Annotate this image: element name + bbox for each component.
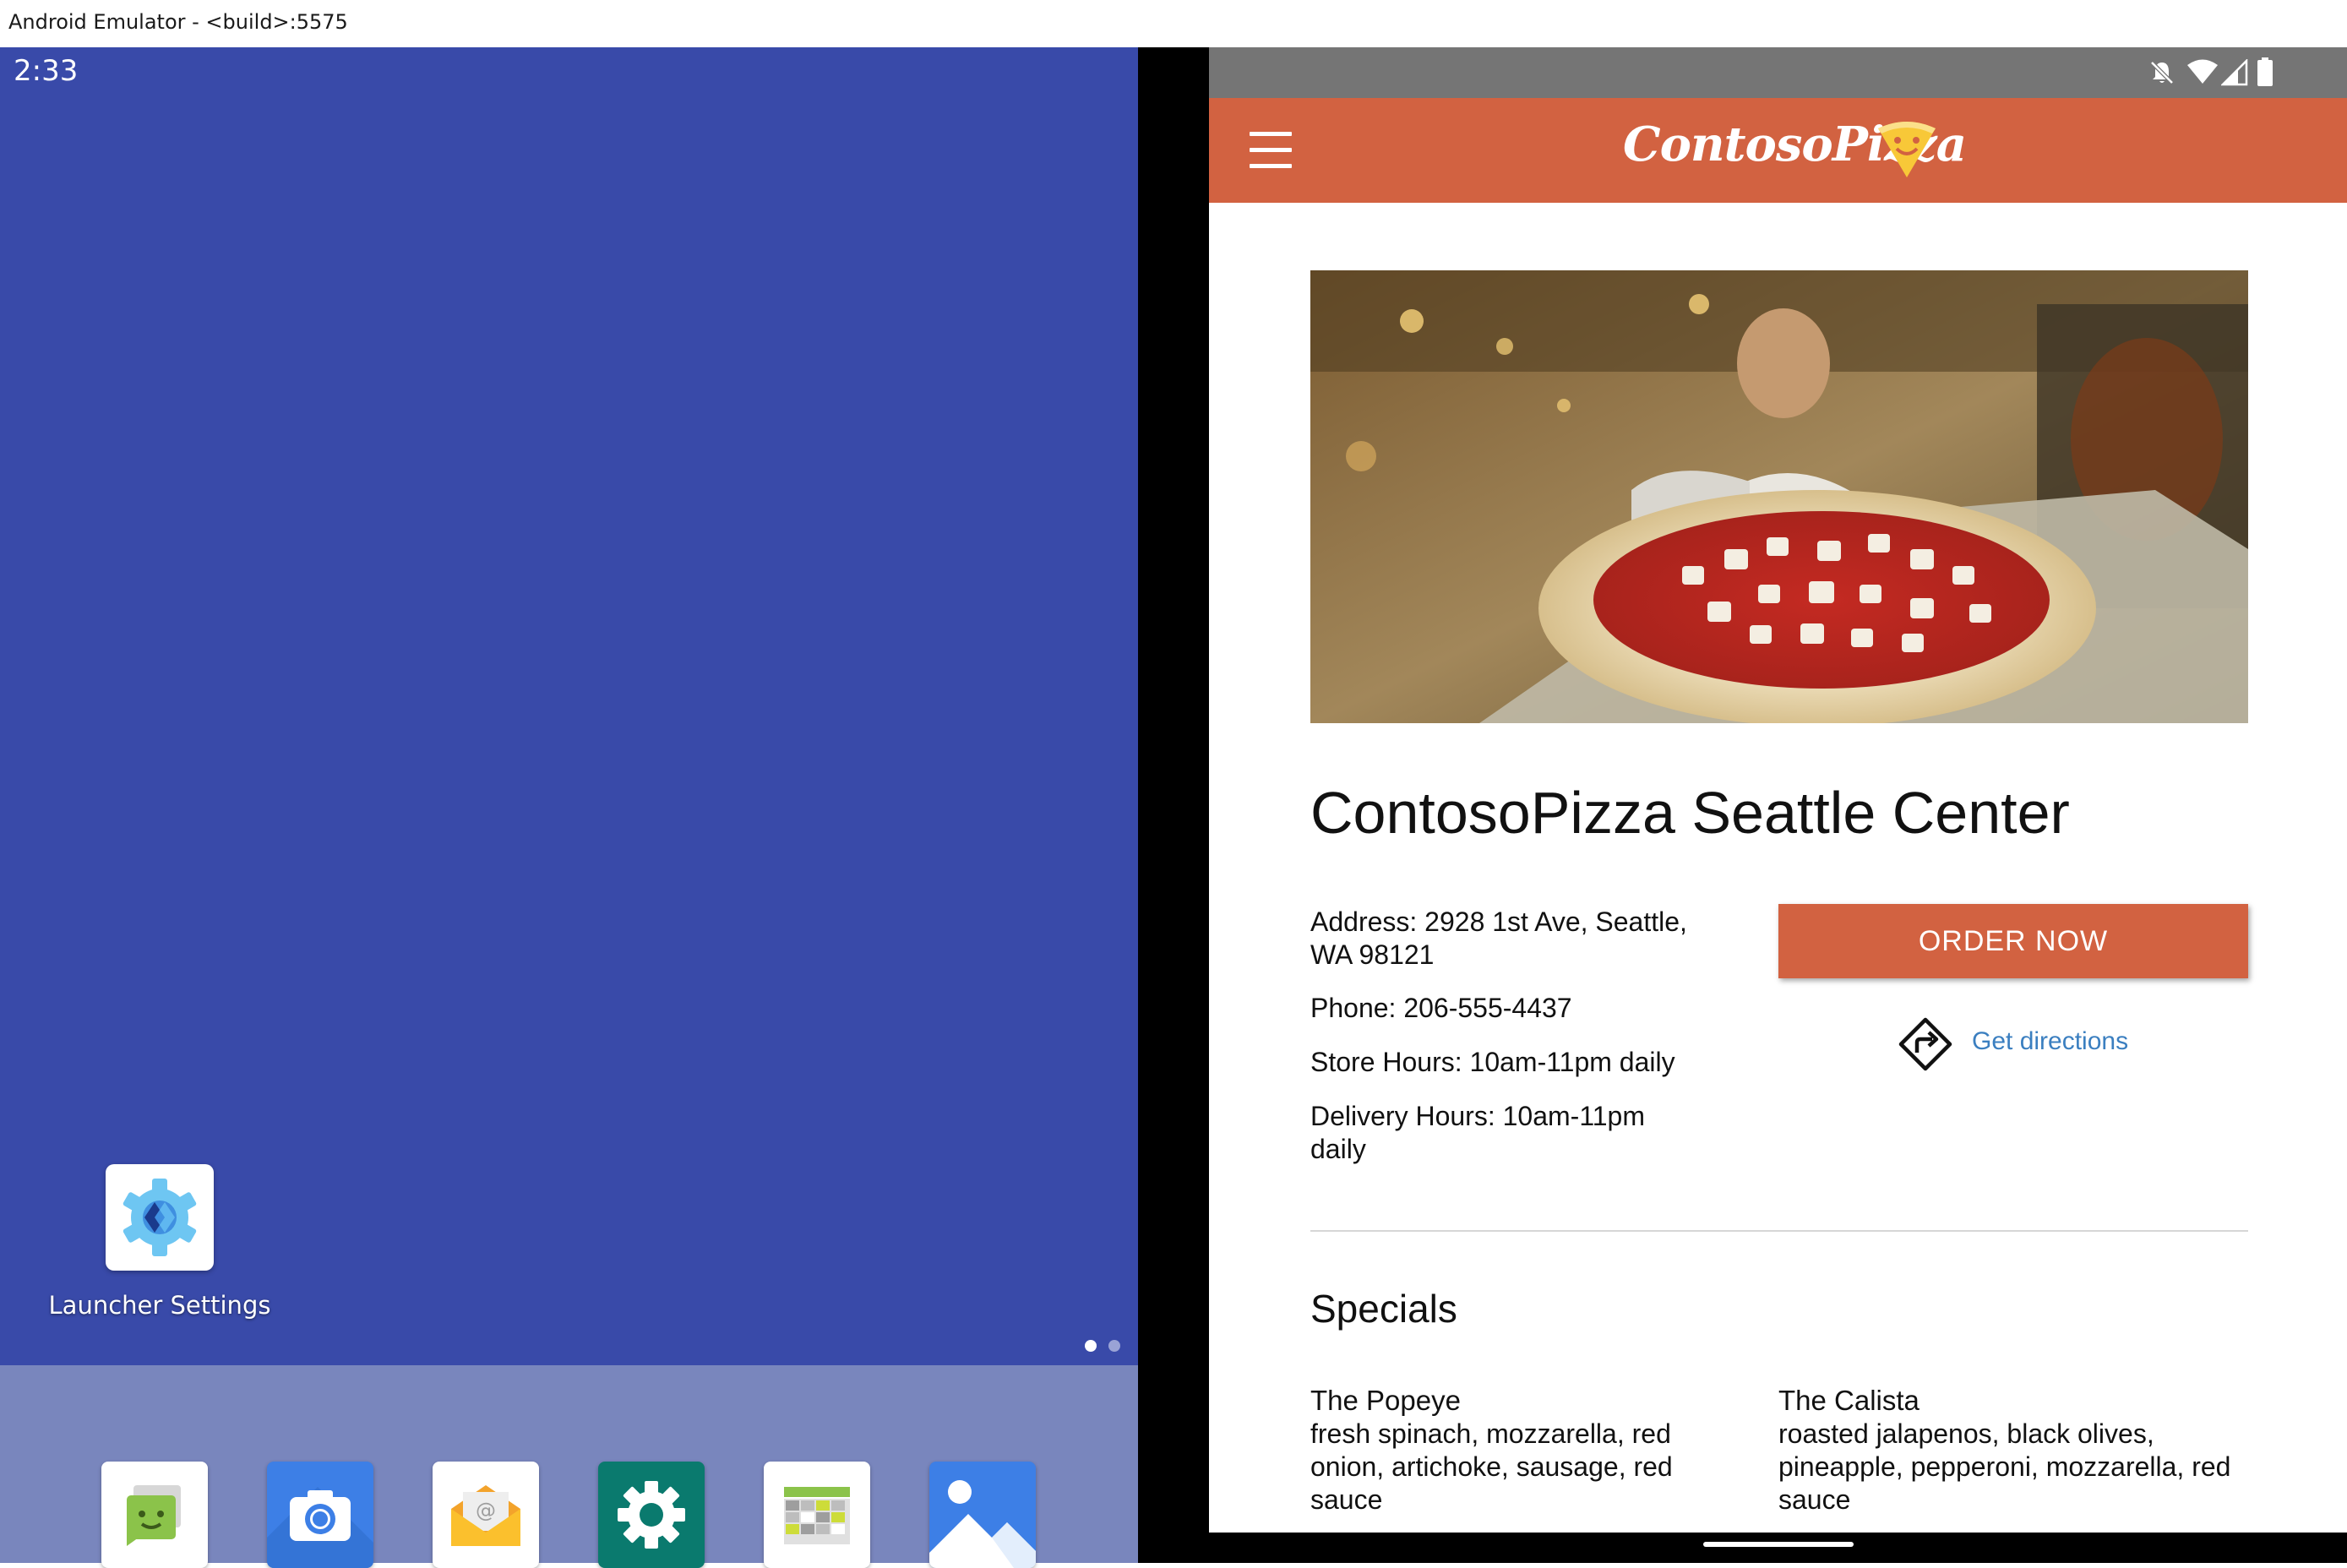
store-title: ContosoPizza Seattle Center: [1310, 780, 2070, 846]
home-gesture-handle[interactable]: [1703, 1542, 1854, 1547]
window-title: Android Emulator - <build>:5575: [8, 10, 348, 34]
pizza-chef-photo: [1310, 270, 2248, 723]
signal-icon: [2221, 59, 2248, 86]
svg-text:@: @: [476, 1499, 496, 1522]
page-indicator: [1085, 1340, 1132, 1356]
store-address: Address: 2928 1st Ave, Seattle, WA 98121: [1310, 906, 1687, 970]
hamburger-menu-button[interactable]: [1250, 132, 1293, 169]
gallery-icon: [929, 1480, 1036, 1568]
special-name: The Calista: [1778, 1385, 1920, 1416]
launcher-settings-app-icon[interactable]: [106, 1164, 214, 1271]
email-icon: @: [451, 1485, 520, 1546]
left-screen-home: 2:33 Launcher Settings @: [0, 47, 1138, 1568]
section-divider: [1310, 1230, 2248, 1232]
dock-app-settings[interactable]: [598, 1462, 705, 1568]
dock-app-calendar[interactable]: [764, 1462, 870, 1568]
specials-heading: Specials: [1310, 1287, 1457, 1331]
menu-icon-bar: [1250, 132, 1292, 136]
order-now-button[interactable]: ORDER NOW: [1778, 904, 2248, 978]
messages-icon: [127, 1485, 181, 1546]
app-dock: @: [0, 1365, 1138, 1568]
get-directions-link[interactable]: Get directions: [1972, 1027, 2128, 1056]
special-item[interactable]: The Popeye fresh spinach, mozzarella, re…: [1310, 1384, 1707, 1516]
battery-icon: [2257, 57, 2273, 86]
gesture-nav-bar: [1209, 1533, 2347, 1563]
launcher-settings-label[interactable]: Launcher Settings: [17, 1291, 302, 1320]
dock-app-messages[interactable]: [101, 1462, 208, 1568]
store-phone: Phone: 206-555-4437: [1310, 993, 1572, 1023]
dock-app-email[interactable]: @: [433, 1462, 539, 1568]
special-name: The Popeye: [1310, 1385, 1461, 1416]
device-hinge: [1138, 47, 1209, 1563]
app-header: ContosoPizza: [1209, 98, 2347, 203]
menu-icon-bar: [1250, 148, 1292, 152]
page-dot: [1108, 1340, 1120, 1352]
settings-icon: [618, 1481, 685, 1549]
special-description: fresh spinach, mozzarella, red onion, ar…: [1310, 1418, 1673, 1515]
menu-icon-bar: [1250, 164, 1292, 168]
pizza-slice-logo-icon: [1878, 122, 1936, 177]
directions-icon[interactable]: [1898, 1017, 1952, 1071]
store-hero-image: [1310, 270, 2248, 723]
page-dot-active: [1085, 1340, 1097, 1352]
wifi-icon: [2187, 59, 2218, 84]
store-hours: Store Hours: 10am-11pm daily: [1310, 1047, 1675, 1077]
dock-app-gallery[interactable]: [929, 1462, 1036, 1568]
status-bar: [1209, 47, 2347, 98]
delivery-hours: Delivery Hours: 10am-11pm daily: [1310, 1101, 1645, 1164]
special-description: roasted jalapenos, black olives, pineapp…: [1778, 1418, 2231, 1515]
notifications-off-icon: [2150, 61, 2174, 84]
camera-icon: [267, 1487, 373, 1568]
right-screen-app: ContosoPizza ContosoPizza Seattle Center…: [1209, 47, 2347, 1563]
window-title-bar: Android Emulator - <build>:5575: [0, 0, 2347, 47]
calendar-icon: [784, 1487, 850, 1544]
status-clock: 2:33: [14, 54, 79, 88]
dock-app-camera[interactable]: [267, 1462, 373, 1568]
special-item[interactable]: The Calista roasted jalapenos, black oli…: [1778, 1384, 2248, 1516]
launcher-settings-icon: [123, 1179, 197, 1256]
